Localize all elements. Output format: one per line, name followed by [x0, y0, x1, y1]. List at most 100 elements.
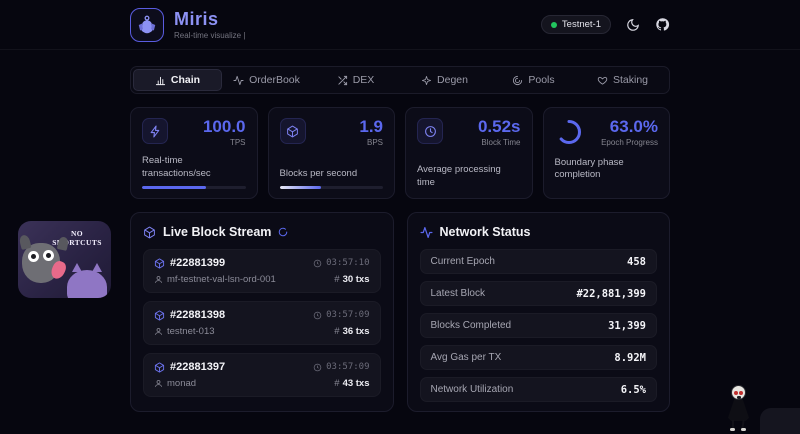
- block-number: #22881398: [170, 309, 225, 321]
- tab-staking-label: Staking: [613, 74, 648, 86]
- status-label: Network Utilization: [431, 384, 514, 395]
- status-value: #22,881,399: [576, 288, 646, 300]
- status-label: Latest Block: [431, 288, 485, 299]
- github-button[interactable]: [655, 17, 670, 32]
- block-list-item[interactable]: #22881398 03:57:09 testnet-013 #36 txs: [143, 301, 381, 345]
- heart-icon: [597, 75, 608, 86]
- bar-chart-icon: [155, 75, 166, 86]
- network-badge[interactable]: Testnet-1: [541, 15, 611, 34]
- hash-icon: #: [334, 378, 339, 389]
- cat-character: [67, 270, 107, 298]
- tps-progress-track: [142, 186, 246, 189]
- status-value: 8.92M: [614, 352, 646, 364]
- blocktime-unit: Block Time: [478, 138, 521, 147]
- status-label: Avg Gas per TX: [431, 352, 502, 363]
- tab-dex[interactable]: DEX: [311, 69, 400, 91]
- stat-card-tps: 100.0 TPS Real-time transactions/sec: [130, 107, 258, 199]
- block-stream-title: Live Block Stream: [163, 225, 271, 239]
- tab-dex-label: DEX: [353, 74, 375, 86]
- status-row-current-epoch: Current Epoch 458: [420, 249, 658, 274]
- blocktime-desc: Average processing time: [417, 164, 521, 189]
- cube-icon: [154, 310, 165, 321]
- status-row-avg-gas: Avg Gas per TX 8.92M: [420, 345, 658, 370]
- person-icon: [154, 275, 163, 284]
- clock-icon: [313, 311, 322, 320]
- dog-ear: [57, 236, 69, 251]
- block-txs: 30 txs: [343, 274, 370, 285]
- status-dot: [551, 22, 557, 28]
- status-value: 6.5%: [621, 384, 646, 396]
- moon-icon: [626, 18, 640, 32]
- cube-icon: [280, 118, 306, 144]
- tab-chain-label: Chain: [171, 74, 200, 86]
- hash-icon: #: [334, 274, 339, 285]
- blocktime-value: 0.52s: [478, 118, 521, 135]
- creature-logo-icon: [136, 14, 158, 36]
- tab-chain[interactable]: Chain: [133, 69, 222, 91]
- corner-widget[interactable]: [760, 408, 800, 434]
- bps-value: 1.9: [359, 118, 383, 135]
- tab-pools[interactable]: Pools: [489, 69, 578, 91]
- block-time: 03:57:09: [326, 310, 369, 320]
- stat-card-bps: 1.9 BPS Blocks per second: [268, 107, 396, 199]
- block-txs: 36 txs: [343, 326, 370, 337]
- block-validator: monad: [167, 378, 196, 389]
- status-row-blocks-completed: Blocks Completed 31,399: [420, 313, 658, 338]
- network-status-title: Network Status: [440, 225, 531, 239]
- bps-desc: Blocks per second: [280, 168, 384, 180]
- block-list-item[interactable]: #22881397 03:57:09 monad #43 txs: [143, 353, 381, 397]
- block-list-item[interactable]: #22881399 03:57:10 mf-testnet-val-lsn-or…: [143, 249, 381, 293]
- theme-toggle-button[interactable]: [626, 18, 640, 32]
- tps-value: 100.0: [203, 118, 246, 135]
- stat-card-blocktime: 0.52s Block Time Average processing time: [405, 107, 533, 199]
- mascot-head: [731, 385, 746, 400]
- tps-unit: TPS: [203, 138, 246, 147]
- tab-degen[interactable]: Degen: [400, 69, 489, 91]
- status-row-latest-block: Latest Block #22,881,399: [420, 281, 658, 306]
- tab-degen-label: Degen: [437, 74, 468, 86]
- stat-card-epoch: 63.0% Epoch Progress Boundary phase comp…: [543, 107, 671, 199]
- tab-orderbook-label: OrderBook: [249, 74, 300, 86]
- bps-unit: BPS: [359, 138, 383, 147]
- status-label: Blocks Completed: [431, 320, 512, 331]
- epoch-value: 63.0%: [601, 118, 658, 135]
- dog-ear: [18, 234, 31, 250]
- block-number: #22881399: [170, 257, 225, 269]
- clock-icon: [313, 259, 322, 268]
- tab-orderbook[interactable]: OrderBook: [222, 69, 311, 91]
- network-badge-label: Testnet-1: [562, 19, 601, 30]
- cube-icon: [154, 362, 165, 373]
- mascot-figure: [722, 385, 754, 431]
- activity-icon: [233, 75, 244, 86]
- activity-icon: [420, 226, 433, 239]
- tps-progress-fill: [142, 186, 206, 189]
- epoch-progress-ring: [555, 118, 583, 146]
- loading-spinner-icon: [278, 227, 288, 237]
- app-window: Miris Real-time visualize | Testnet-1: [0, 0, 800, 434]
- shuffle-icon: [337, 75, 348, 86]
- cube-icon: [154, 258, 165, 269]
- cube-icon: [143, 226, 156, 239]
- zap-icon: [142, 118, 168, 144]
- status-label: Current Epoch: [431, 256, 495, 267]
- live-block-stream-panel: Live Block Stream #22881399 03:57:10: [130, 212, 394, 412]
- bps-progress-fill: [280, 186, 321, 189]
- app-subtitle: Real-time visualize |: [174, 31, 245, 40]
- block-txs: 43 txs: [343, 378, 370, 389]
- github-icon: [655, 17, 670, 32]
- clock-icon: [313, 363, 322, 372]
- epoch-desc: Boundary phase completion: [555, 157, 635, 182]
- app-title: Miris: [174, 10, 245, 28]
- mascot-body: [728, 399, 749, 421]
- tab-staking[interactable]: Staking: [578, 69, 667, 91]
- clock-icon: [417, 118, 443, 144]
- block-number: #22881397: [170, 361, 225, 373]
- block-validator: testnet-013: [167, 326, 215, 337]
- bps-progress-track: [280, 186, 384, 189]
- status-row-utilization: Network Utilization 6.5%: [420, 377, 658, 402]
- tps-desc: Real-time transactions/sec: [142, 155, 246, 180]
- block-time: 03:57:09: [326, 362, 369, 372]
- status-value: 458: [627, 256, 646, 268]
- no-shortcuts-sticker: NO SHORTCUTS: [18, 221, 111, 298]
- app-logo[interactable]: [130, 8, 164, 42]
